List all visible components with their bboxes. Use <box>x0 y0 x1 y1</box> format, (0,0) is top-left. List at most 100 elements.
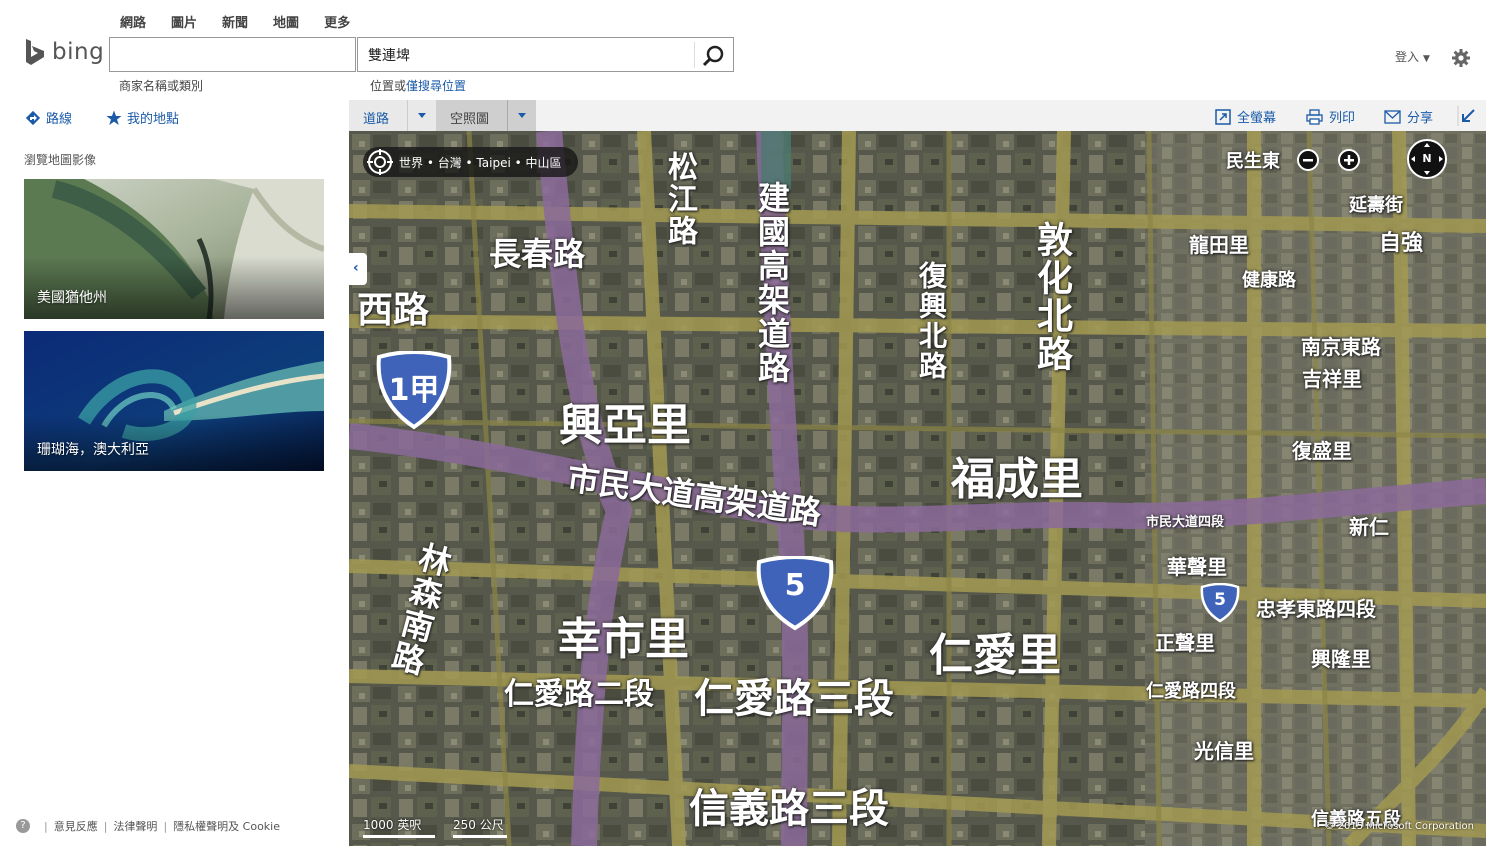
legal-link[interactable]: 法律聲明 <box>113 818 157 834</box>
directions-button[interactable]: 路線 <box>25 108 72 127</box>
map-label: 吉祥里 <box>1302 367 1362 391</box>
map-label: 仁愛路二段 <box>504 677 654 712</box>
location-breadcrumb[interactable]: 世界 • 台灣 • Taipei • 中山區 <box>363 147 578 177</box>
bing-logo[interactable]: bing <box>24 38 104 66</box>
map-label: 復興北路 <box>915 261 948 381</box>
footer-separator: | <box>103 819 108 833</box>
chevron-down-icon <box>518 113 526 118</box>
map-label: 華聲里 <box>1167 555 1227 579</box>
chevron-left-icon: ‹ <box>353 260 359 276</box>
left-panel: 瀏覽地圖影像 美國猶他州 珊瑚海，澳大利亞 <box>0 131 349 846</box>
breadcrumb-text: 世界 • 台灣 • Taipei • 中山區 <box>399 155 562 170</box>
map-label: 仁愛路三段 <box>694 676 894 722</box>
road-view-button[interactable]: 道路 <box>349 100 436 131</box>
map-label: 忠孝東路四段 <box>1256 597 1376 621</box>
map-label: 福成里 <box>951 454 1083 505</box>
compass-control[interactable]: N <box>1407 139 1447 179</box>
business-search-input[interactable] <box>110 38 355 71</box>
top-nav: 網路 圖片 新聞 地圖 更多 <box>120 12 375 31</box>
map-label: 光信里 <box>1194 739 1254 763</box>
fullscreen-button[interactable]: 全螢幕 <box>1215 107 1276 126</box>
map-label: 正聲里 <box>1155 631 1215 655</box>
thumb-label: 美國猶他州 <box>37 290 107 306</box>
where-hint-prefix: 位置或 <box>370 79 407 93</box>
topnav-news[interactable]: 新聞 <box>222 12 248 31</box>
map-label: 南京東路 <box>1301 335 1381 359</box>
share-button[interactable]: 分享 <box>1384 107 1433 126</box>
star-icon <box>106 110 122 125</box>
zoom-out-button[interactable] <box>1297 149 1319 171</box>
gear-icon[interactable] <box>1451 48 1471 68</box>
my-places-button[interactable]: 我的地點 <box>106 108 179 127</box>
help-icon[interactable]: ? <box>16 819 30 833</box>
footer: ? | 意見反應 | 法律聲明 | 隱私權聲明及 Cookie <box>16 818 280 834</box>
left-action-bar: 路線 我的地點 <box>0 100 349 132</box>
bing-wordmark: bing <box>52 39 105 65</box>
thumb-label: 珊瑚海，澳大利亞 <box>37 442 149 458</box>
print-button[interactable]: 列印 <box>1306 107 1355 126</box>
shield-label: 1甲 <box>388 373 440 408</box>
chevron-down-icon: ▼ <box>1423 54 1430 64</box>
collapse-panel-button[interactable]: ‹ <box>349 253 367 285</box>
map-label: 松江路 <box>662 151 697 247</box>
map-label: 市民大道四段 <box>1146 515 1225 530</box>
where-hint: 位置或僅搜尋位置 <box>370 77 466 94</box>
where-search-box <box>357 37 734 72</box>
aerial-dropdown[interactable] <box>507 100 537 131</box>
location-search-input[interactable] <box>358 38 688 71</box>
scale-feet-label: 1000 英呎 <box>363 818 422 832</box>
topnav-maps[interactable]: 地圖 <box>273 12 299 31</box>
collapse-arrow-icon[interactable] <box>1457 106 1477 126</box>
what-search-box <box>109 37 356 72</box>
search-button[interactable] <box>694 42 733 68</box>
minus-icon <box>1303 159 1313 162</box>
map-label: 延壽街 <box>1349 195 1403 216</box>
map-label: 仁愛里 <box>929 630 1061 681</box>
map-label: 健康路 <box>1242 270 1296 291</box>
feedback-link[interactable]: 意見反應 <box>54 818 98 834</box>
map-label: 新仁 <box>1349 515 1389 539</box>
aerial-label: 空照圖 <box>450 112 490 127</box>
topnav-web[interactable]: 網路 <box>120 12 146 31</box>
print-label: 列印 <box>1329 111 1356 126</box>
map-label: 興隆里 <box>1311 647 1371 671</box>
search-icon <box>703 45 724 67</box>
map-label: 龍田里 <box>1189 233 1249 257</box>
header: 網路 圖片 新聞 地圖 更多 bing 商家名稱或類別 位置或僅搜尋位置 登入▼ <box>0 0 1486 100</box>
signin-button[interactable]: 登入 ▼ <box>1395 48 1430 65</box>
fullscreen-label: 全螢幕 <box>1237 111 1277 126</box>
map-label: 復盛里 <box>1292 439 1352 463</box>
footer-separator: | <box>44 819 48 833</box>
aerial-view-button[interactable]: 空照圖 <box>436 100 536 131</box>
map-label: 信義路三段 <box>689 786 889 832</box>
directions-icon <box>25 110 41 125</box>
imagery-thumb-utah[interactable]: 美國猶他州 <box>24 179 324 319</box>
map-label: 仁愛路四段 <box>1146 681 1236 702</box>
printer-icon <box>1306 108 1323 125</box>
map-label: 興亞里 <box>559 400 691 451</box>
location-only-link[interactable]: 僅搜尋位置 <box>406 79 466 93</box>
topnav-more[interactable]: 更多 <box>324 12 350 31</box>
highway-shield-1a: 1甲 <box>375 350 453 435</box>
imagery-thumb-coral-sea[interactable]: 珊瑚海，澳大利亞 <box>24 331 324 471</box>
footer-separator: | <box>163 819 168 833</box>
topnav-images[interactable]: 圖片 <box>171 12 197 31</box>
road-dropdown[interactable] <box>407 100 436 131</box>
shield-label: 5 <box>784 568 806 603</box>
zoom-in-button[interactable] <box>1338 149 1360 171</box>
map-label: 建國高架道路 <box>753 181 791 385</box>
plus-icon <box>1344 155 1354 165</box>
privacy-link[interactable]: 隱私權聲明及 Cookie <box>173 818 280 834</box>
chevron-down-icon <box>418 113 426 118</box>
directions-label: 路線 <box>46 112 73 127</box>
highway-shield-5-small: 5 <box>1199 582 1241 627</box>
map-toolbar: 道路 空照圖 全螢幕 列印 分享 <box>349 100 1486 132</box>
copyright-notice: © 2015 Microsoft Corporation <box>1324 821 1474 832</box>
highway-shield-5: 5 <box>755 555 835 636</box>
fullscreen-icon <box>1215 108 1231 125</box>
map-canvas[interactable]: 長春路 興亞里 福成里 幸市里 仁愛里 仁愛路二段 仁愛路三段 信義路三段 市民… <box>349 131 1486 846</box>
map-label: 長春路 <box>489 235 586 273</box>
share-label: 分享 <box>1407 111 1434 126</box>
mail-icon <box>1384 109 1401 124</box>
locate-me-icon[interactable] <box>367 149 393 175</box>
